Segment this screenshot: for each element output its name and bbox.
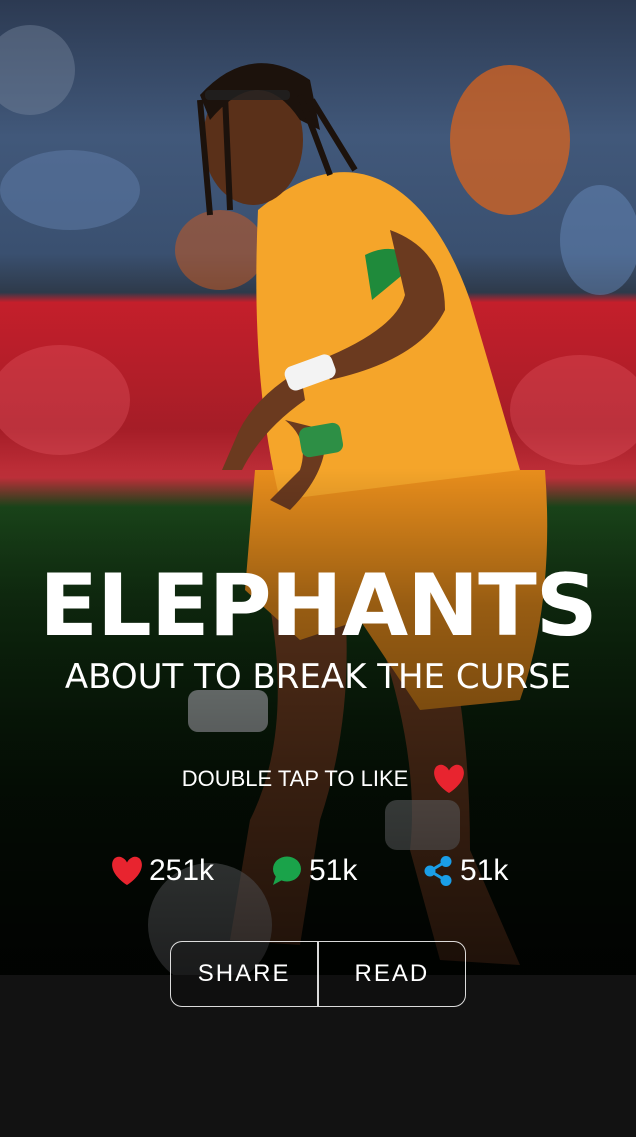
speech-bubble-icon xyxy=(270,855,304,887)
share-button[interactable]: SHARE xyxy=(171,942,317,1006)
double-tap-hint: DOUBLE TAP TO LIKE xyxy=(0,764,636,794)
shares-count: 51k xyxy=(460,854,509,887)
read-button[interactable]: READ xyxy=(319,942,465,1006)
headline: ELEPHANTS xyxy=(39,556,597,656)
engagement-stats: 251k 51k 51k xyxy=(0,848,636,894)
share-icon xyxy=(421,855,455,887)
story-card[interactable]: ELEPHANTS ABOUT TO BREAK THE CURSE DOUBL… xyxy=(0,0,636,1137)
double-tap-hint-text: DOUBLE TAP TO LIKE xyxy=(181,766,409,791)
photo-shade xyxy=(0,0,636,975)
footballer-photo xyxy=(0,0,636,975)
likes-stat[interactable]: 251k xyxy=(110,848,214,894)
comments-stat[interactable]: 51k xyxy=(270,848,357,894)
shares-stat[interactable]: 51k xyxy=(421,848,508,894)
likes-count: 251k xyxy=(149,854,215,887)
heart-icon xyxy=(110,855,144,887)
heart-icon[interactable] xyxy=(432,764,466,794)
comments-count: 51k xyxy=(309,854,358,887)
action-buttons: SHARE READ xyxy=(170,941,466,1007)
subheadline: ABOUT TO BREAK THE CURSE xyxy=(64,657,572,697)
